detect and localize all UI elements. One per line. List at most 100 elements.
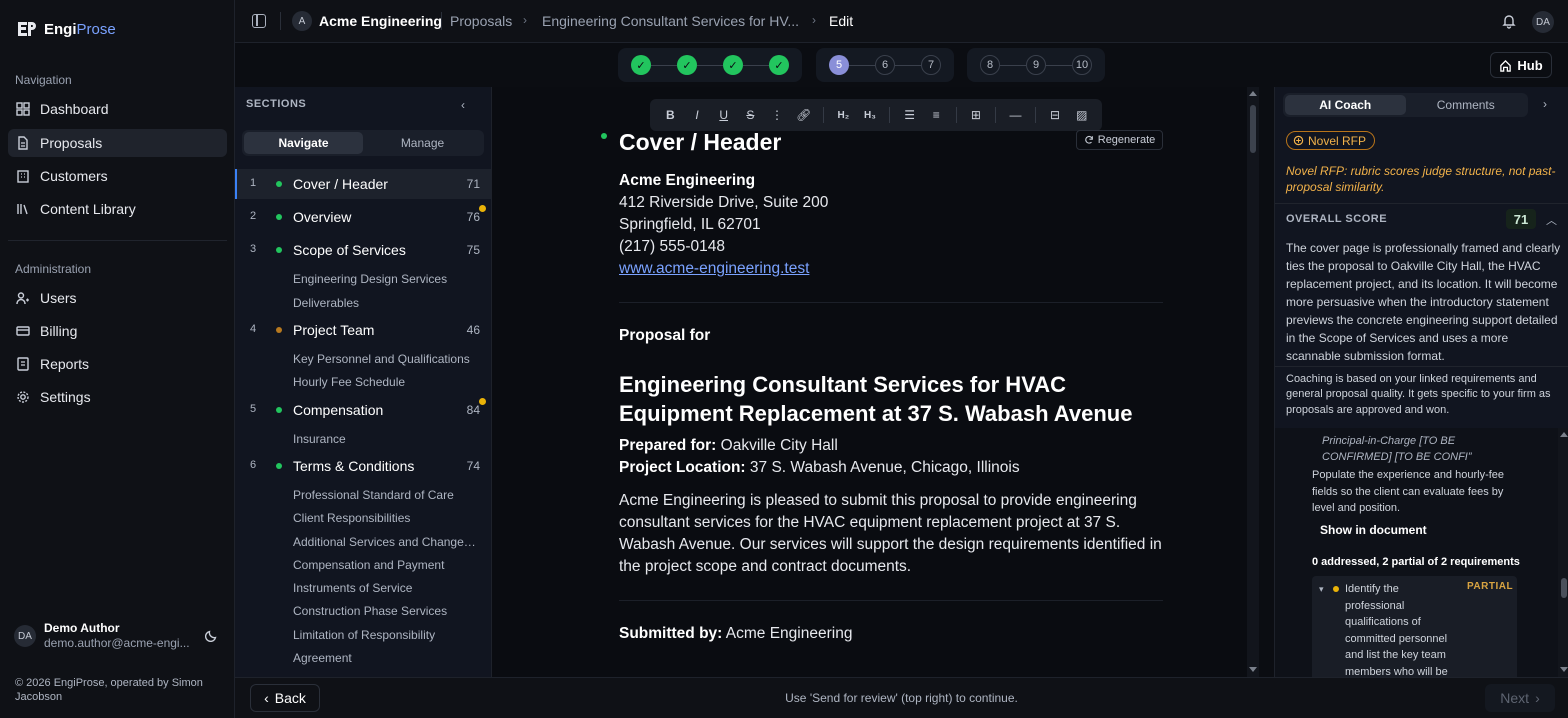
scroll-thumb[interactable] xyxy=(1250,105,1256,153)
step-8[interactable]: 8 xyxy=(980,55,1000,75)
coach-scrollbar[interactable] xyxy=(1558,428,1568,677)
hub-label: Hub xyxy=(1517,57,1543,73)
sidebar-divider xyxy=(8,240,227,241)
sidebar-toggle-icon[interactable] xyxy=(252,14,266,28)
next-button[interactable]: Next › xyxy=(1485,684,1555,712)
subsection-item[interactable]: Construction Phase Services xyxy=(293,604,481,618)
panel-collapse-chevron-icon[interactable]: › xyxy=(1543,97,1547,111)
tab-comments[interactable]: Comments xyxy=(1406,95,1527,115)
requirement-card[interactable]: ▾ Identify the professional qualificatio… xyxy=(1312,576,1517,677)
subsection-item[interactable]: Insurance xyxy=(293,432,481,446)
chevron-right-icon: › xyxy=(812,13,816,27)
italic-icon[interactable]: I xyxy=(687,104,708,126)
subsection-item[interactable]: Deliverables xyxy=(293,296,481,310)
chevron-down-icon[interactable]: ▾ xyxy=(1319,584,1324,595)
heading-2-icon[interactable]: H₂ xyxy=(833,104,854,126)
address-line-1: 412 Riverside Drive, Suite 200 xyxy=(619,194,829,211)
website-link[interactable]: www.acme-engineering.test xyxy=(619,260,809,278)
document-icon xyxy=(18,136,28,150)
subsection-item[interactable]: Key Personnel and Qualifications xyxy=(293,352,481,366)
more-options-icon[interactable]: ⋮ xyxy=(767,104,788,126)
step-connector xyxy=(1000,64,1026,66)
step-1[interactable]: ✓ xyxy=(631,55,651,75)
step-6[interactable]: 6 xyxy=(875,55,895,75)
sidebar-item-settings[interactable]: Settings xyxy=(8,383,227,411)
underline-icon[interactable]: U xyxy=(713,104,734,126)
step-5[interactable]: 5 xyxy=(829,55,849,75)
sidebar-item-reports[interactable]: Reports xyxy=(8,350,227,378)
tab-ai-coach[interactable]: AI Coach xyxy=(1285,95,1406,115)
refresh-icon xyxy=(1084,135,1093,144)
divider xyxy=(1275,366,1568,367)
chevron-right-icon: › xyxy=(523,13,527,27)
step-4[interactable]: ✓ xyxy=(769,55,789,75)
step-7[interactable]: 7 xyxy=(921,55,941,75)
partial-status-dot xyxy=(1333,586,1339,592)
subsection-item[interactable]: Client Responsibilities xyxy=(293,511,481,525)
subsection-item[interactable]: Agreement xyxy=(293,651,481,665)
step-2[interactable]: ✓ xyxy=(677,55,697,75)
org-avatar: A xyxy=(292,11,312,31)
bottom-bar: ‹ Back Use 'Send for review' (top right)… xyxy=(235,677,1568,718)
step-3[interactable]: ✓ xyxy=(723,55,743,75)
table-icon[interactable]: ⊞ xyxy=(966,104,987,126)
bullet-list-icon[interactable]: ☰ xyxy=(899,104,920,126)
user-avatar[interactable]: DA xyxy=(1532,11,1554,33)
section-item[interactable]: 4 Project Team 46 xyxy=(235,315,491,345)
numbered-list-icon[interactable]: ≡ xyxy=(926,104,947,126)
chevron-up-icon[interactable]: ︿ xyxy=(1546,212,1557,228)
section-status-dot xyxy=(276,214,282,220)
dark-mode-toggle-icon[interactable] xyxy=(205,628,219,642)
sidebar-item-billing[interactable]: Billing xyxy=(8,317,227,345)
section-item[interactable]: 5 Compensation 84 xyxy=(235,395,491,425)
image-icon[interactable]: ▨ xyxy=(1071,104,1092,126)
sidebar-item-content-library[interactable]: Content Library xyxy=(8,195,227,223)
breadcrumb-org[interactable]: Acme Engineering xyxy=(319,13,442,29)
section-item[interactable]: 3 Scope of Services 75 xyxy=(235,235,491,265)
sidebar-item-proposals[interactable]: Proposals xyxy=(8,129,227,157)
subsection-item[interactable]: Engineering Design Services xyxy=(293,272,481,286)
step-10[interactable]: 10 xyxy=(1072,55,1092,75)
page-break-icon[interactable]: ⊟ xyxy=(1045,104,1066,126)
section-status-dot xyxy=(276,327,282,333)
section-item[interactable]: 6 Terms & Conditions 74 xyxy=(235,451,491,481)
horizontal-rule-icon[interactable]: — xyxy=(1005,104,1026,126)
scroll-down-icon[interactable] xyxy=(1560,667,1568,672)
regenerate-button[interactable]: Regenerate xyxy=(1076,130,1163,150)
sidebar-item-dashboard[interactable]: Dashboard xyxy=(8,95,227,123)
sidebar-item-customers[interactable]: Customers xyxy=(8,162,227,190)
reports-icon xyxy=(17,357,29,371)
formatting-toolbar: B I U S ⋮ 🔗︎ H₂ H₃ ☰ ≡ ⊞ — ⊟ ▨ xyxy=(650,99,1102,131)
tab-manage[interactable]: Manage xyxy=(363,132,482,154)
user-card[interactable]: DA Demo Author demo.author@acme-engi... xyxy=(14,620,224,652)
scroll-thumb[interactable] xyxy=(1561,578,1567,598)
subsection-item[interactable]: Compensation and Payment xyxy=(293,558,481,572)
tab-navigate[interactable]: Navigate xyxy=(244,132,363,154)
hub-button[interactable]: Hub xyxy=(1490,52,1552,78)
bold-icon[interactable]: B xyxy=(660,104,681,126)
sidebar-item-users[interactable]: Users xyxy=(8,284,227,312)
scroll-up-icon[interactable] xyxy=(1249,91,1257,96)
link-icon[interactable]: 🔗︎ xyxy=(793,104,814,126)
section-item[interactable]: 2 Overview 76 xyxy=(235,202,491,232)
strikethrough-icon[interactable]: S xyxy=(740,104,761,126)
collapse-chevron-icon[interactable]: ‹ xyxy=(461,98,465,112)
subsection-item[interactable]: Additional Services and Changes ... xyxy=(293,535,481,549)
sparkle-icon xyxy=(1293,135,1304,146)
scroll-up-icon[interactable] xyxy=(1560,432,1568,437)
editor-scrollbar[interactable] xyxy=(1247,87,1259,677)
brand[interactable]: EngiProse xyxy=(16,16,116,42)
subsection-item[interactable]: Limitation of Responsibility xyxy=(293,628,481,642)
breadcrumb-proposal[interactable]: Engineering Consultant Services for HV..… xyxy=(542,13,799,29)
section-item[interactable]: 1 Cover / Header 71 xyxy=(235,169,491,199)
breadcrumb-proposals[interactable]: Proposals xyxy=(450,13,512,29)
scroll-down-icon[interactable] xyxy=(1249,667,1257,672)
subsection-item[interactable]: Professional Standard of Care xyxy=(293,488,481,502)
heading-3-icon[interactable]: H₃ xyxy=(860,104,881,126)
bell-icon[interactable] xyxy=(1501,13,1517,29)
subsection-item[interactable]: Instruments of Service xyxy=(293,581,481,595)
section-label: Compensation xyxy=(293,402,384,418)
subsection-item[interactable]: Hourly Fee Schedule xyxy=(293,375,481,389)
show-in-document-button[interactable]: Show in document xyxy=(1320,523,1427,537)
step-9[interactable]: 9 xyxy=(1026,55,1046,75)
